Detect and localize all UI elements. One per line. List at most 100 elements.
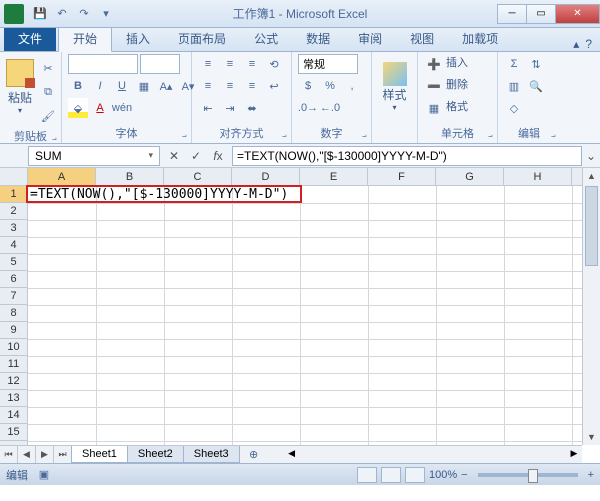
sheet-last-icon[interactable]: ⏭ — [54, 446, 72, 463]
scroll-up-icon[interactable]: ▲ — [583, 168, 600, 184]
col-header-B[interactable]: B — [96, 168, 164, 185]
row-header-5[interactable]: 5 — [0, 254, 27, 271]
zoom-out-button[interactable]: − — [461, 469, 467, 481]
styles-button[interactable]: 样式 ▾ — [378, 54, 411, 120]
tab-formulas[interactable]: 公式 — [240, 26, 292, 51]
expand-formula-bar-icon[interactable]: ⌄ — [582, 149, 600, 163]
fx-icon[interactable]: fx — [210, 149, 226, 163]
delete-cells-button[interactable]: ➖删除 — [424, 76, 468, 96]
cell-A1-editing[interactable]: =TEXT(NOW(),"[$-130000]YYYY-M-D") — [28, 186, 290, 203]
col-header-C[interactable]: C — [164, 168, 232, 185]
row-header-15[interactable]: 15 — [0, 424, 27, 441]
row-header-11[interactable]: 11 — [0, 356, 27, 373]
scroll-right-icon[interactable]: ▶ — [566, 448, 582, 459]
col-header-D[interactable]: D — [232, 168, 300, 185]
minimize-ribbon-icon[interactable]: ▴ — [573, 37, 579, 51]
row-header-6[interactable]: 6 — [0, 271, 27, 288]
horizontal-scrollbar[interactable]: ◀ ▶ — [284, 448, 582, 462]
fill-color-button[interactable]: ⬙ — [68, 98, 88, 118]
page-break-view-button[interactable] — [405, 467, 425, 483]
underline-button[interactable]: U — [112, 76, 132, 96]
increase-indent-icon[interactable]: ⇥ — [220, 98, 240, 118]
align-left-icon[interactable]: ≡ — [198, 76, 218, 96]
cancel-formula-icon[interactable]: ✕ — [166, 149, 182, 163]
row-header-9[interactable]: 9 — [0, 322, 27, 339]
sheet-tab-1[interactable]: Sheet1 — [71, 446, 128, 463]
vscroll-thumb[interactable] — [585, 186, 598, 266]
row-header-13[interactable]: 13 — [0, 390, 27, 407]
name-box-dropdown-icon[interactable]: ▾ — [148, 150, 153, 161]
macro-record-icon[interactable]: ▣ — [34, 465, 54, 485]
sheet-prev-icon[interactable]: ◀ — [18, 446, 36, 463]
font-size-combo[interactable] — [140, 54, 180, 74]
wrap-text-icon[interactable]: ↩ — [264, 76, 284, 96]
row-header-3[interactable]: 3 — [0, 220, 27, 237]
qat-dropdown-icon[interactable]: ▾ — [98, 6, 114, 22]
font-name-combo[interactable] — [68, 54, 138, 74]
tab-view[interactable]: 视图 — [396, 26, 448, 51]
merge-center-icon[interactable]: ⬌ — [242, 98, 262, 118]
tab-page-layout[interactable]: 页面布局 — [164, 26, 240, 51]
row-header-14[interactable]: 14 — [0, 407, 27, 424]
page-layout-view-button[interactable] — [381, 467, 401, 483]
tab-home[interactable]: 开始 — [58, 25, 112, 52]
col-header-H[interactable]: H — [504, 168, 572, 185]
minimize-button[interactable]: ─ — [497, 4, 527, 24]
sheet-tab-3[interactable]: Sheet3 — [183, 446, 240, 463]
vertical-scrollbar[interactable]: ▲ ▼ — [582, 168, 600, 445]
decrease-decimal-icon[interactable]: ←.0 — [320, 98, 340, 118]
sheet-tab-2[interactable]: Sheet2 — [127, 446, 184, 463]
zoom-level[interactable]: 100% — [429, 469, 457, 481]
format-cells-button[interactable]: ▦格式 — [424, 98, 468, 118]
save-icon[interactable]: 💾 — [32, 6, 48, 22]
decrease-indent-icon[interactable]: ⇤ — [198, 98, 218, 118]
find-select-icon[interactable]: 🔍 — [526, 76, 546, 96]
col-header-G[interactable]: G — [436, 168, 504, 185]
help-icon[interactable]: ? — [585, 37, 592, 51]
tab-insert[interactable]: 插入 — [112, 26, 164, 51]
phonetic-icon[interactable]: wén — [112, 98, 132, 118]
maximize-button[interactable]: ▭ — [526, 4, 556, 24]
orientation-icon[interactable]: ⟲ — [264, 54, 284, 74]
styles-dropdown-icon[interactable]: ▾ — [392, 103, 396, 112]
comma-icon[interactable]: , — [342, 76, 362, 96]
col-header-F[interactable]: F — [368, 168, 436, 185]
normal-view-button[interactable] — [357, 467, 377, 483]
row-header-2[interactable]: 2 — [0, 203, 27, 220]
align-middle-icon[interactable]: ≡ — [220, 54, 240, 74]
tab-review[interactable]: 审阅 — [344, 26, 396, 51]
cut-icon[interactable]: ✂ — [38, 58, 58, 78]
bold-button[interactable]: B — [68, 76, 88, 96]
align-top-icon[interactable]: ≡ — [198, 54, 218, 74]
sheet-next-icon[interactable]: ▶ — [36, 446, 54, 463]
align-right-icon[interactable]: ≡ — [242, 76, 262, 96]
autosum-icon[interactable]: Σ — [504, 54, 524, 74]
sort-filter-icon[interactable]: ⇅ — [526, 54, 546, 74]
align-center-icon[interactable]: ≡ — [220, 76, 240, 96]
paste-button[interactable]: 粘贴 ▾ — [6, 54, 34, 120]
align-bottom-icon[interactable]: ≡ — [242, 54, 262, 74]
grow-font-icon[interactable]: A▴ — [156, 76, 176, 96]
tab-data[interactable]: 数据 — [292, 26, 344, 51]
sheet-first-icon[interactable]: ⏮ — [0, 446, 18, 463]
number-format-combo[interactable]: 常规 — [298, 54, 358, 74]
copy-icon[interactable]: ⧉ — [38, 82, 58, 102]
name-box[interactable]: SUM ▾ — [28, 146, 160, 166]
cells-grid[interactable]: =TEXT(NOW(),"[$-130000]YYYY-M-D") — [28, 186, 582, 445]
zoom-in-button[interactable]: + — [588, 469, 594, 481]
format-painter-icon[interactable]: 🖌 — [38, 106, 58, 126]
scroll-down-icon[interactable]: ▼ — [583, 429, 600, 445]
tab-file[interactable]: 文件 — [4, 26, 56, 51]
scroll-left-icon[interactable]: ◀ — [284, 448, 300, 459]
currency-icon[interactable]: $ — [298, 76, 318, 96]
row-header-12[interactable]: 12 — [0, 373, 27, 390]
zoom-slider[interactable] — [478, 473, 578, 477]
select-all-corner[interactable] — [0, 168, 28, 186]
increase-decimal-icon[interactable]: .0→ — [298, 98, 318, 118]
insert-cells-button[interactable]: ➕插入 — [424, 54, 468, 74]
close-button[interactable]: ✕ — [555, 4, 600, 24]
redo-icon[interactable]: ↷ — [76, 6, 92, 22]
col-header-E[interactable]: E — [300, 168, 368, 185]
new-sheet-icon[interactable]: ⊕ — [244, 445, 264, 464]
row-header-10[interactable]: 10 — [0, 339, 27, 356]
